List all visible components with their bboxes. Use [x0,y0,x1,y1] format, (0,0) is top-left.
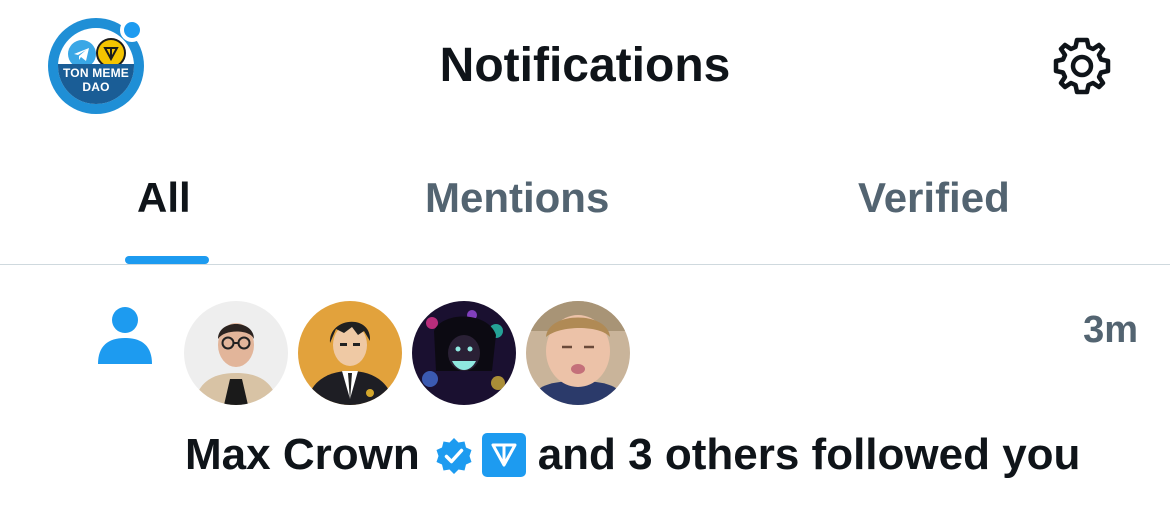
notifications-screen: TON MEME DAO Notifications All Mentions … [0,0,1170,506]
tab-mentions-label: Mentions [425,174,610,221]
follower-avatar[interactable] [298,301,402,405]
page-title: Notifications [439,39,731,92]
follower-avatar[interactable] [526,301,630,405]
follower-avatar[interactable] [184,301,288,405]
tab-verified-label: Verified [858,174,1010,221]
tab-bar: All Mentions Verified [0,170,1170,264]
ton-affiliate-badge-icon [480,431,528,479]
gear-icon [1053,37,1111,95]
settings-button[interactable] [1050,34,1114,98]
actor-name-link[interactable]: Max Crown [185,428,420,482]
divider [0,264,1170,265]
tab-all[interactable]: All [137,170,191,264]
active-tab-indicator [125,256,209,264]
notification-text: Max Crown and 3 others followed you [185,428,1080,482]
follower-avatar[interactable] [412,301,516,405]
notification-action-text: and 3 others followed you [537,430,1081,479]
person-icon [98,306,152,366]
verified-badge-icon [434,435,474,475]
notification-time: 3m [1083,309,1138,351]
tab-verified[interactable]: Verified [858,170,1010,264]
tab-mentions[interactable]: Mentions [425,170,609,264]
tab-all-label: All [137,174,191,221]
